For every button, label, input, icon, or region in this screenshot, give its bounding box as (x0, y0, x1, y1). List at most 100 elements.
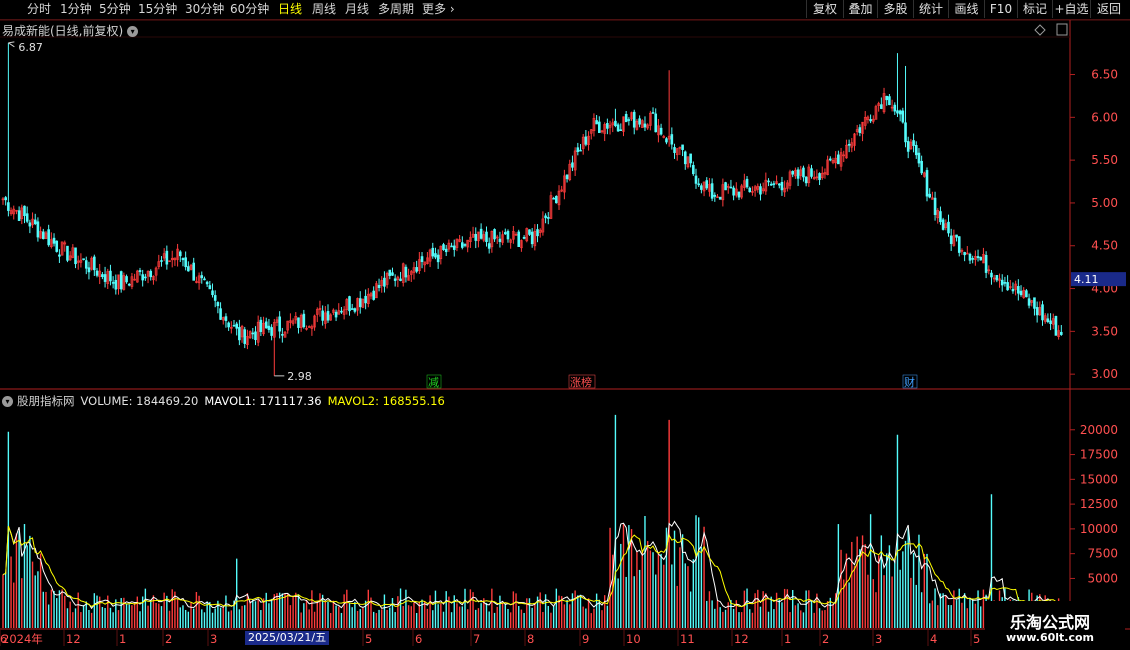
candle-body (450, 245, 453, 248)
candle-body (920, 160, 923, 174)
candle-body (358, 298, 362, 308)
kline-chart[interactable]: 6.506.005.505.004.504.003.503.0020000175… (0, 0, 1130, 650)
candle-body (87, 267, 91, 273)
candle-body (896, 110, 899, 114)
candle-body (178, 251, 182, 257)
high-marker-label: 6.87 (18, 41, 43, 54)
candle-body (55, 240, 59, 252)
candle-body (912, 140, 915, 146)
price-tick-label-2: 5.50 (1091, 153, 1118, 167)
x-axis-label-1: 12 (66, 632, 81, 646)
candle-body (58, 254, 61, 257)
candle-body (759, 186, 762, 195)
candle-body (552, 197, 555, 200)
candle-body (941, 219, 945, 230)
high-marker-arrow (8, 41, 15, 48)
candle-body (187, 266, 190, 272)
candle-body (149, 270, 153, 278)
candle-body (1027, 298, 1031, 306)
candle-body (1054, 315, 1058, 336)
candle-body (632, 111, 636, 128)
candle-body (880, 104, 883, 109)
x-axis-label-7: 7 (473, 632, 480, 646)
candle-body (1060, 331, 1063, 335)
candle-body (818, 173, 821, 180)
candle-body (243, 329, 247, 344)
candle-body (939, 211, 942, 223)
candle-body (976, 256, 980, 259)
candle-body (638, 118, 641, 125)
candle-body (624, 113, 628, 123)
candle-body (33, 219, 37, 225)
chevron-down-icon[interactable]: ▾ (2, 396, 13, 407)
candle-body (767, 180, 770, 183)
candle-body (683, 151, 687, 165)
candle-body (1033, 297, 1036, 309)
candle-body (144, 276, 147, 279)
candle-body (729, 186, 733, 189)
candle-body (643, 123, 647, 128)
candle-body (498, 238, 502, 242)
candle-body (1046, 318, 1050, 323)
candle-body (141, 274, 144, 281)
candle-body (957, 236, 961, 253)
candle-body (772, 183, 776, 185)
candle-body (804, 176, 808, 184)
candle-body (1000, 279, 1004, 286)
candle-body (528, 229, 531, 235)
candle-body (576, 147, 580, 152)
candle-body (796, 169, 800, 179)
candle-body (949, 235, 953, 244)
price-tick-label-7: 3.00 (1091, 367, 1118, 381)
candle-body (777, 183, 781, 186)
candle-body (334, 311, 338, 318)
candle-body (530, 231, 534, 245)
candle-body (213, 295, 217, 301)
candle-body (103, 274, 107, 282)
candle-body (1011, 288, 1015, 292)
candle-body (463, 244, 467, 246)
candle-body (885, 95, 889, 101)
candle-body (968, 253, 972, 261)
candle-body (160, 260, 163, 262)
candle-body (138, 270, 142, 272)
price-tick-label-6: 3.50 (1091, 324, 1118, 338)
candle-body (404, 266, 408, 278)
candle-body (971, 258, 974, 260)
candle-body (1003, 282, 1007, 284)
x-axis-label-4: 3 (210, 632, 217, 646)
chevron-down-icon[interactable]: ▾ (127, 26, 139, 37)
candle-body (769, 183, 773, 186)
candle-body (990, 272, 993, 278)
candle-body (888, 96, 891, 106)
candle-body (216, 302, 220, 307)
candle-body (353, 308, 357, 312)
candle-body (906, 141, 910, 152)
candle-body (93, 256, 96, 271)
vol-tick-label-2: 15000 (1080, 472, 1118, 486)
candle-body (25, 213, 29, 222)
candle-body (694, 175, 698, 184)
x-axis-label-18: 6 (0, 632, 7, 646)
candle-body (598, 121, 601, 134)
candle-body (208, 285, 212, 290)
volume-indicator-header: ▾ 股朋指标网 VOLUME: 184469.20 MAVOL1: 171117.36… (2, 393, 451, 409)
candle-body (205, 281, 209, 285)
candle-body (377, 285, 381, 288)
candle-body (259, 319, 263, 332)
candle-body (1035, 307, 1039, 316)
candle-body (74, 247, 77, 265)
x-axis-label-17: 5 (973, 632, 980, 646)
stock-title: 易成新能(日线,前复权) (2, 24, 124, 38)
price-tick-label-4: 4.50 (1091, 239, 1118, 253)
candle-body (933, 197, 937, 215)
candle-body (211, 290, 214, 296)
candle-body (181, 258, 185, 261)
candle-body (928, 193, 931, 198)
watermark-url: www.60lt.com (1005, 631, 1095, 644)
candle-body (1017, 286, 1020, 294)
candle-body (780, 182, 784, 191)
candle-body (17, 210, 21, 221)
candle-body (278, 316, 281, 332)
candle-body (47, 229, 50, 246)
